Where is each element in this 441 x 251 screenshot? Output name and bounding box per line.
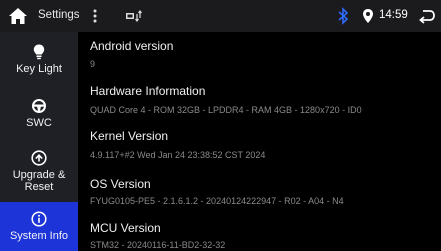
menu-dots-icon[interactable] (92, 8, 98, 24)
status-bar: Settings 14:59 (0, 0, 441, 32)
hardware-info-title: Hardware Information (90, 84, 206, 98)
android-version-title: Android version (90, 39, 174, 53)
lightbulb-icon (33, 44, 45, 60)
location-icon (363, 9, 373, 23)
sidebar-item-label: Key Light (16, 63, 62, 75)
app-title: Settings (38, 9, 80, 21)
steering-wheel-icon (32, 99, 46, 113)
clock: 14:59 (379, 9, 408, 21)
sidebar-item-label: Reset (24, 181, 54, 193)
sidebar-item-upgrade-reset[interactable]: Upgrade & Reset (0, 150, 78, 200)
home-icon[interactable] (8, 7, 28, 25)
sidebar-item-label: Upgrade & (12, 169, 66, 181)
sidebar-item-key-light[interactable]: Key Light (0, 44, 78, 88)
sidebar: Key Light SWC Upgrade & Reset System Inf… (0, 32, 78, 251)
mcu-version-title: MCU Version (90, 221, 161, 235)
network-icon (126, 10, 142, 22)
sidebar-item-label: SWC (26, 117, 52, 129)
sidebar-item-system-info[interactable]: System Info (0, 202, 78, 251)
sidebar-item-swc[interactable]: SWC (0, 98, 78, 138)
info-icon (31, 211, 47, 227)
android-version-value: 9 (90, 59, 96, 69)
back-icon[interactable] (418, 8, 435, 24)
kernel-version-title: Kernel Version (90, 129, 169, 143)
os-version-value: FYUG0105-PE5 - 2.1.6.1.2 - 2024012422294… (90, 196, 344, 206)
sidebar-item-label: System Info (9, 230, 69, 242)
system-info-panel: Android version 9 Hardware Information Q… (78, 32, 441, 251)
hardware-info-value: QUAD Core 4 - ROM 32GB - LPDDR4 - RAM 4G… (90, 105, 362, 115)
os-version-title: OS Version (90, 177, 151, 191)
upgrade-icon (31, 150, 47, 166)
kernel-version-value: 4.9.117+#2 Wed Jan 24 23:38:52 CST 2024 (90, 150, 266, 160)
bluetooth-icon (338, 7, 349, 25)
mcu-version-value: STM32 - 20240116-11-BD2-32-32 (90, 240, 226, 250)
